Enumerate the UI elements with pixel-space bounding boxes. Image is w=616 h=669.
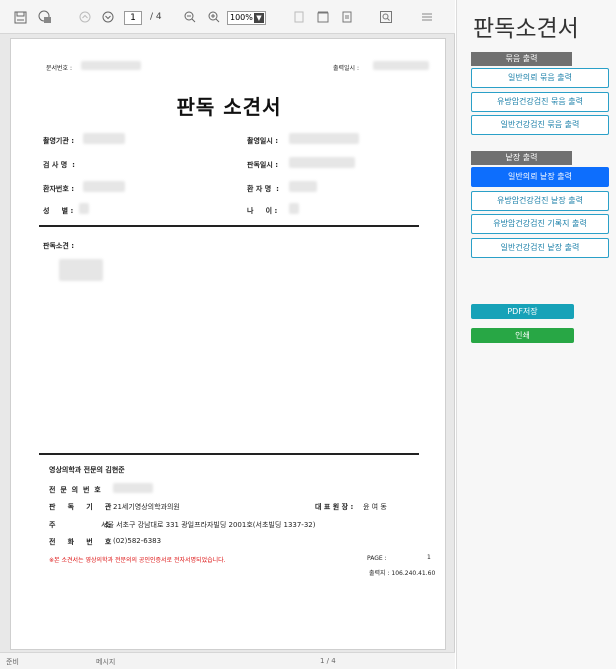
breast-record-button[interactable]: 유방암건강검진 기록지 출력 bbox=[471, 214, 609, 234]
status-ready: 준비 bbox=[6, 658, 19, 666]
export-icon[interactable] bbox=[37, 8, 53, 26]
chevron-down-icon: ▼ bbox=[254, 13, 264, 23]
org-value: 21세기영상의학과의원 bbox=[113, 503, 180, 511]
read-date-label: 판독일시 : bbox=[247, 161, 278, 169]
zoom-out-icon[interactable] bbox=[183, 8, 197, 26]
zoom-select[interactable]: 100% ▼ bbox=[227, 11, 266, 25]
phone-label: 전 화 번 호 bbox=[49, 538, 112, 546]
fit-page-icon[interactable] bbox=[292, 8, 306, 26]
phone-value: (02)582-6383 bbox=[113, 537, 162, 545]
redacted-print-date bbox=[373, 61, 429, 70]
zoom-in-icon[interactable] bbox=[207, 8, 221, 26]
address-value: 서울 서초구 강남대로 331 광일프라자빌딩 2001호(서초빌딩 1337-… bbox=[101, 521, 316, 529]
license-label: 전 문 의 번 호 bbox=[49, 486, 101, 494]
doc-no-label: 문서번호 : bbox=[46, 65, 73, 72]
page-number-input[interactable]: 1 bbox=[124, 11, 142, 25]
find-icon[interactable] bbox=[379, 8, 393, 26]
redacted-read-date bbox=[289, 157, 355, 168]
redacted-patient-name bbox=[289, 181, 317, 192]
panel-title: 판독소견서 bbox=[473, 16, 579, 42]
page-value: 1 bbox=[427, 554, 431, 561]
print-button[interactable]: 인쇄 bbox=[471, 328, 574, 343]
page-label: PAGE : bbox=[367, 555, 387, 562]
redacted-findings bbox=[59, 259, 103, 281]
single-print-header: 낱장 출력 bbox=[471, 151, 572, 165]
sex-label: 성 별 : bbox=[43, 207, 74, 215]
bundle-breast-button[interactable]: 유방암건강검진 묶음 출력 bbox=[471, 92, 609, 112]
single-general-button[interactable]: 일반의뢰 낱장 출력 bbox=[471, 167, 609, 187]
divider-top bbox=[39, 225, 419, 227]
previous-page-icon[interactable] bbox=[78, 8, 92, 26]
pdf-save-button[interactable]: PDF저장 bbox=[471, 304, 574, 319]
next-page-icon[interactable] bbox=[101, 8, 115, 26]
report-page: 문서번호 : 출력일시 : 판독 소견서 촬영기관 : 촬영일시 : 검 사 명… bbox=[10, 38, 446, 650]
report-viewer: 1 / 4 100% ▼ 문서번호 : 출력일시: 판독 소견서 촬영기관:… bbox=[0, 0, 455, 669]
redacted-license bbox=[113, 483, 153, 493]
findings-label: 판독소견 : bbox=[43, 242, 74, 250]
fit-width-icon[interactable] bbox=[316, 8, 330, 26]
viewer-toolbar: 1 / 4 100% ▼ bbox=[0, 0, 455, 34]
patient-no-label: 환자번호 : bbox=[43, 185, 74, 193]
esign-notice: ※본 소견서는 영상의학과 전문의의 공인인증서로 전자서명되었습니다. bbox=[49, 557, 226, 564]
bundle-health-button[interactable]: 일반건강검진 묶음 출력 bbox=[471, 115, 609, 135]
document-icon[interactable] bbox=[340, 8, 354, 26]
doctor-name: 영상의학과 전문의 김현준 bbox=[49, 466, 125, 474]
print-options-panel: 판독소견서 묶음 출력 일반의뢰 묶음 출력 유방암건강검진 묶음 출력 일반건… bbox=[456, 0, 616, 669]
age-label: 나 이 : bbox=[247, 207, 278, 215]
save-icon[interactable] bbox=[12, 8, 28, 26]
ceo-value: 윤 여 동 bbox=[363, 503, 387, 511]
redacted-age bbox=[289, 203, 299, 214]
redacted-patient-no bbox=[83, 181, 125, 192]
bundle-general-button[interactable]: 일반의뢰 묶음 출력 bbox=[471, 68, 609, 88]
status-bar: 준비 메시지 1 / 4 bbox=[0, 652, 455, 669]
patient-name-label: 환 자 명 : bbox=[247, 185, 279, 193]
exam-date-label: 촬영일시 : bbox=[247, 137, 278, 145]
print-date-label: 출력일시 : bbox=[333, 65, 360, 72]
redacted-institution bbox=[83, 133, 125, 144]
redacted-exam-date bbox=[289, 133, 359, 144]
report-title: 판독 소견서 bbox=[176, 95, 282, 119]
redacted-sex bbox=[79, 203, 89, 214]
single-health-button[interactable]: 일반건강검진 낱장 출력 bbox=[471, 238, 609, 258]
divider-footer bbox=[39, 453, 419, 455]
institution-label: 촬영기관 : bbox=[43, 137, 74, 145]
ceo-label: 대 표 원 장 : bbox=[315, 503, 354, 511]
page-total: / 4 bbox=[150, 12, 162, 22]
document-scroll-area[interactable]: 문서번호 : 출력일시 : 판독 소견서 촬영기관 : 촬영일시 : 검 사 명… bbox=[0, 34, 455, 652]
bundle-print-header: 묶음 출력 bbox=[471, 52, 572, 66]
printer-address: 출력지 : 106.240.41.60 bbox=[369, 570, 436, 577]
menu-icon[interactable] bbox=[420, 8, 434, 26]
org-label: 판 독 기 관 bbox=[49, 503, 112, 511]
status-message: 메시지 bbox=[96, 658, 116, 666]
status-pages: 1 / 4 bbox=[320, 657, 336, 665]
exam-name-label: 검 사 명 : bbox=[43, 161, 75, 169]
zoom-value: 100% bbox=[230, 13, 253, 22]
single-breast-button[interactable]: 유방암건강검진 낱장 출력 bbox=[471, 191, 609, 211]
redacted-doc-no bbox=[81, 61, 141, 70]
